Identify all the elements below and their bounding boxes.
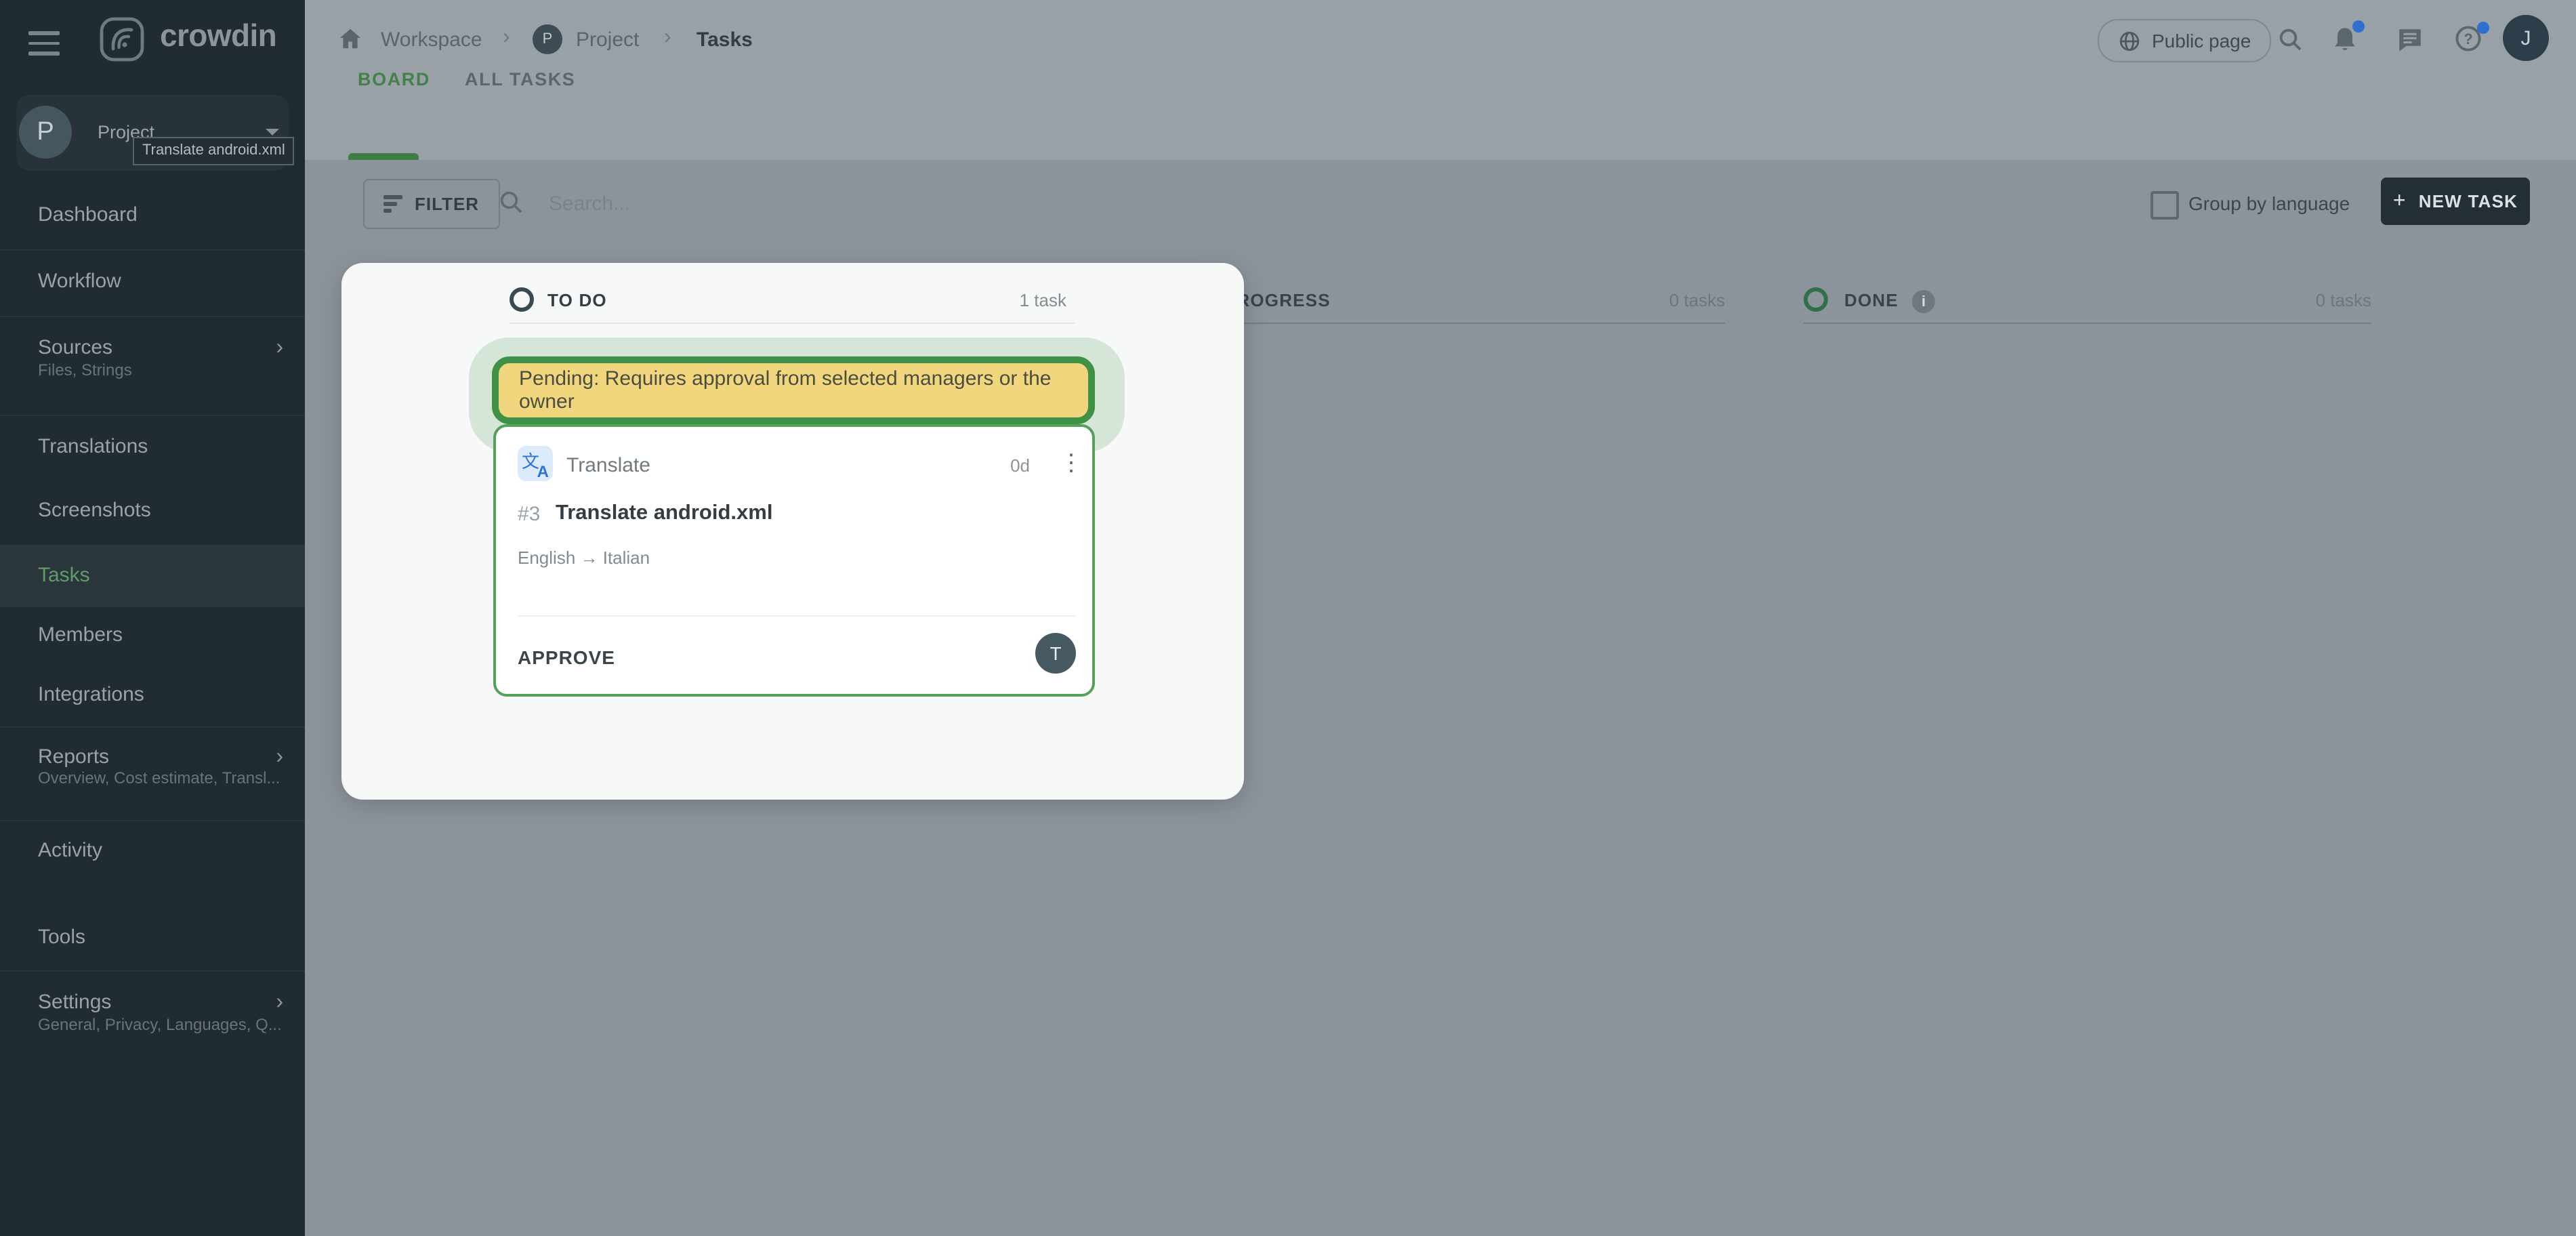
task-id: #3 <box>518 503 540 526</box>
tab-board[interactable]: BOARD <box>358 69 430 89</box>
home-icon[interactable] <box>337 26 363 52</box>
task-type-label: Translate <box>566 454 650 477</box>
sidebar: crowdin P Project Translate android.xml … <box>0 0 305 1236</box>
plus-icon: + <box>2393 189 2407 213</box>
column-divider <box>510 323 1075 324</box>
tour-spotlight: TO DO 1 task Pending: Requires approval … <box>341 263 1244 800</box>
search-icon <box>497 188 524 215</box>
divider <box>0 726 305 728</box>
sidebar-item-integrations[interactable]: Integrations <box>0 672 305 718</box>
translate-type-icon: 文A <box>518 446 553 481</box>
project-tooltip: Translate android.xml <box>133 137 295 165</box>
breadcrumb-current-tasks: Tasks <box>697 28 753 52</box>
task-languages: English → Italian <box>518 548 650 568</box>
svg-text:?: ? <box>2464 30 2472 47</box>
sidebar-sub-settings: General, Privacy, Languages, Q... <box>38 1015 282 1034</box>
new-task-button[interactable]: + NEW TASK <box>2381 178 2530 225</box>
search-input[interactable] <box>546 179 958 228</box>
notifications-bell-icon[interactable] <box>2331 24 2359 54</box>
assignee-avatar[interactable]: T <box>1035 633 1076 674</box>
sidebar-sub-reports: Overview, Cost estimate, Transl... <box>38 768 280 787</box>
breadcrumb-project-avatar: P <box>533 24 562 54</box>
breadcrumb-workspace[interactable]: Workspace <box>381 28 482 52</box>
divider <box>0 249 305 251</box>
filter-button[interactable]: FILTER <box>363 179 499 229</box>
done-status-icon <box>1804 287 1828 312</box>
active-tab-underline <box>348 153 419 160</box>
filter-label: FILTER <box>415 194 479 214</box>
divider <box>0 415 305 416</box>
info-icon[interactable]: i <box>1912 290 1935 313</box>
globe-icon <box>2118 29 2141 52</box>
user-avatar[interactable]: J <box>2503 15 2549 61</box>
column-divider <box>1804 323 2371 324</box>
public-page-button[interactable]: Public page <box>2098 19 2271 62</box>
sidebar-item-tools[interactable]: Tools <box>0 915 305 961</box>
breadcrumb-separator: › <box>664 26 671 50</box>
notification-dot <box>2352 20 2365 33</box>
breadcrumb-project[interactable]: Project <box>576 28 639 52</box>
app: crowdin P Project Translate android.xml … <box>0 0 2576 1236</box>
sidebar-item-tasks[interactable]: Tasks <box>0 546 305 606</box>
chevron-right-icon: › <box>276 325 283 371</box>
sidebar-item-workflow[interactable]: Workflow <box>0 259 305 305</box>
sidebar-item-members[interactable]: Members <box>0 613 305 659</box>
help-icon[interactable]: ? <box>2454 24 2482 53</box>
task-due: 0d <box>989 455 1030 476</box>
filter-icon <box>383 192 402 216</box>
sidebar-item-activity[interactable]: Activity <box>0 828 305 874</box>
sidebar-item-dashboard[interactable]: Dashboard <box>0 192 305 239</box>
column-count: 0 tasks <box>2175 290 2371 310</box>
column-count: 0 tasks <box>1524 290 1725 310</box>
tab-all-tasks[interactable]: ALL TASKS <box>465 69 575 89</box>
public-page-label: Public page <box>2152 30 2251 52</box>
column-header-todo: TO DO <box>547 290 607 310</box>
divider <box>518 615 1076 617</box>
divider <box>0 820 305 821</box>
crowdin-logo-icon[interactable] <box>99 16 145 62</box>
brand-name[interactable]: crowdin <box>160 18 276 54</box>
divider <box>0 970 305 972</box>
divider <box>0 316 305 317</box>
project-avatar: P <box>19 106 72 159</box>
kebab-menu-icon[interactable]: ⋮ <box>1060 450 1083 477</box>
column-count: 1 task <box>884 290 1066 310</box>
group-by-language-label: Group by language <box>2188 192 2350 214</box>
messages-icon[interactable] <box>2396 26 2424 54</box>
chevron-down-icon <box>266 129 279 136</box>
approve-button[interactable]: APPROVE <box>518 646 615 668</box>
task-title[interactable]: Translate android.xml <box>556 501 772 526</box>
todo-status-icon <box>510 287 534 312</box>
sidebar-item-translations[interactable]: Translations <box>0 424 305 470</box>
sidebar-sub-sources: Files, Strings <box>38 360 132 379</box>
divider <box>0 606 305 607</box>
search-icon[interactable] <box>2277 26 2304 53</box>
task-card[interactable]: 文A Translate 0d ⋮ #3 Translate android.x… <box>493 424 1095 697</box>
notification-dot <box>2477 22 2489 34</box>
pending-approval-banner: Pending: Requires approval from selected… <box>492 356 1095 424</box>
sidebar-item-screenshots[interactable]: Screenshots <box>0 488 305 534</box>
group-by-language-checkbox[interactable] <box>2151 191 2179 220</box>
column-header-done: DONE <box>1844 290 1898 310</box>
breadcrumb-separator: › <box>503 26 510 50</box>
hamburger-menu-icon[interactable] <box>28 31 60 62</box>
